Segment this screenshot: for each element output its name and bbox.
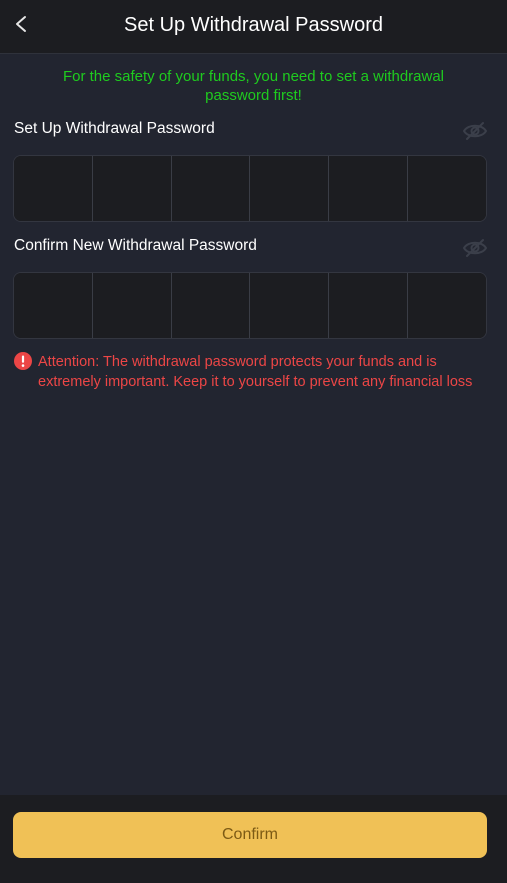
password-visibility-toggle[interactable]: [462, 121, 488, 141]
attention-text: Attention: The withdrawal password prote…: [38, 354, 473, 390]
top-bar: Set Up Withdrawal Password: [0, 0, 507, 54]
confirm-pin-input[interactable]: [13, 272, 487, 339]
confirm-button[interactable]: Confirm: [13, 812, 487, 858]
eye-off-icon: [462, 239, 488, 257]
app-root: Set Up Withdrawal Password For the safet…: [0, 0, 507, 883]
confirm-password-label: Confirm New Withdrawal Password: [14, 237, 257, 254]
exclamation-circle-icon: [14, 352, 32, 370]
confirm-visibility-toggle[interactable]: [462, 238, 488, 258]
pin-digit-3[interactable]: [171, 273, 251, 338]
eye-off-icon: [462, 122, 488, 140]
bottom-bar: Confirm: [0, 795, 507, 883]
pin-digit-1[interactable]: [14, 156, 93, 221]
pin-digit-6[interactable]: [408, 273, 486, 338]
password-pin-input[interactable]: [13, 155, 487, 222]
pin-digit-4[interactable]: [250, 156, 330, 221]
pin-digit-3[interactable]: [171, 156, 251, 221]
pin-digit-6[interactable]: [408, 156, 486, 221]
safety-notice: For the safety of your funds, you need t…: [62, 68, 445, 104]
pin-digit-2[interactable]: [92, 273, 172, 338]
pin-digit-5[interactable]: [329, 156, 409, 221]
pin-digit-1[interactable]: [14, 273, 93, 338]
password-label: Set Up Withdrawal Password: [14, 120, 215, 137]
pin-digit-4[interactable]: [250, 273, 330, 338]
pin-digit-2[interactable]: [92, 156, 172, 221]
page-title: Set Up Withdrawal Password: [124, 14, 383, 36]
pin-digit-5[interactable]: [329, 273, 409, 338]
attention-warning: Attention: The withdrawal password prote…: [14, 352, 494, 392]
